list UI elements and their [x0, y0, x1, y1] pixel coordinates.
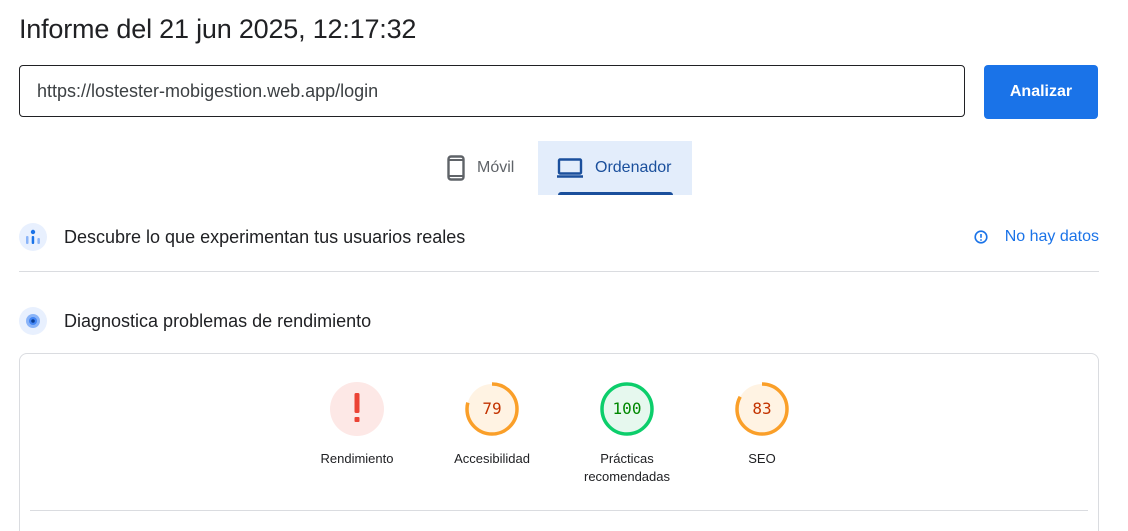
score-label-accessibility: Accesibilidad [454, 451, 530, 466]
no-data-link[interactable]: No hay datos [974, 228, 1099, 246]
info-icon [974, 230, 988, 244]
score-gauge-performance[interactable]: Rendimiento [302, 381, 412, 468]
accessibility-score-value: 79 [482, 399, 501, 418]
no-data-label: No hay datos [1004, 228, 1099, 245]
score-gauge-seo[interactable]: 83 SEO [707, 381, 817, 468]
score-label-best-practices: Prácticas recomendadas [584, 451, 670, 484]
tab-mobile-label: Móvil [477, 159, 515, 176]
scores-card: Rendimiento 79 Accesibilidad 100 Práctic… [19, 353, 1099, 531]
pagespeed-report-page: Informe del 21 jun 2025, 12:17:32 Analiz… [0, 0, 1128, 531]
url-input[interactable] [37, 80, 964, 102]
laptop-icon [557, 158, 583, 178]
report-title: Informe del 21 jun 2025, 12:17:32 [19, 14, 417, 44]
performance-error-gauge [330, 382, 384, 436]
score-label-performance: Rendimiento [320, 451, 394, 466]
card-divider [30, 510, 1088, 511]
analyze-button[interactable]: Analizar [984, 65, 1098, 119]
lab-data-title: Diagnostica problemas de rendimiento [64, 310, 372, 331]
tab-desktop[interactable]: Ordenador [538, 141, 692, 195]
selected-tab-indicator [558, 192, 673, 195]
score-gauge-best-practices[interactable]: 100 Prácticas recomendadas [572, 381, 682, 486]
users-chart-icon [19, 223, 47, 251]
field-data-title: Descubre lo que experimentan tus usuario… [64, 226, 466, 247]
smartphone-icon [447, 155, 465, 181]
url-input-box[interactable] [19, 65, 965, 117]
field-data-section: Descubre lo que experimentan tus usuario… [19, 223, 1099, 251]
section-divider [19, 271, 1099, 272]
tab-desktop-label: Ordenador [595, 159, 672, 176]
score-label-seo: SEO [748, 451, 776, 466]
diagnostic-target-icon [19, 307, 47, 335]
lab-data-section: Diagnostica problemas de rendimiento [19, 307, 1099, 335]
tab-mobile[interactable]: Móvil [430, 141, 538, 195]
best-practices-score-value: 100 [613, 399, 642, 418]
score-gauge-accessibility[interactable]: 79 Accesibilidad [437, 381, 547, 468]
seo-score-value: 83 [752, 399, 771, 418]
